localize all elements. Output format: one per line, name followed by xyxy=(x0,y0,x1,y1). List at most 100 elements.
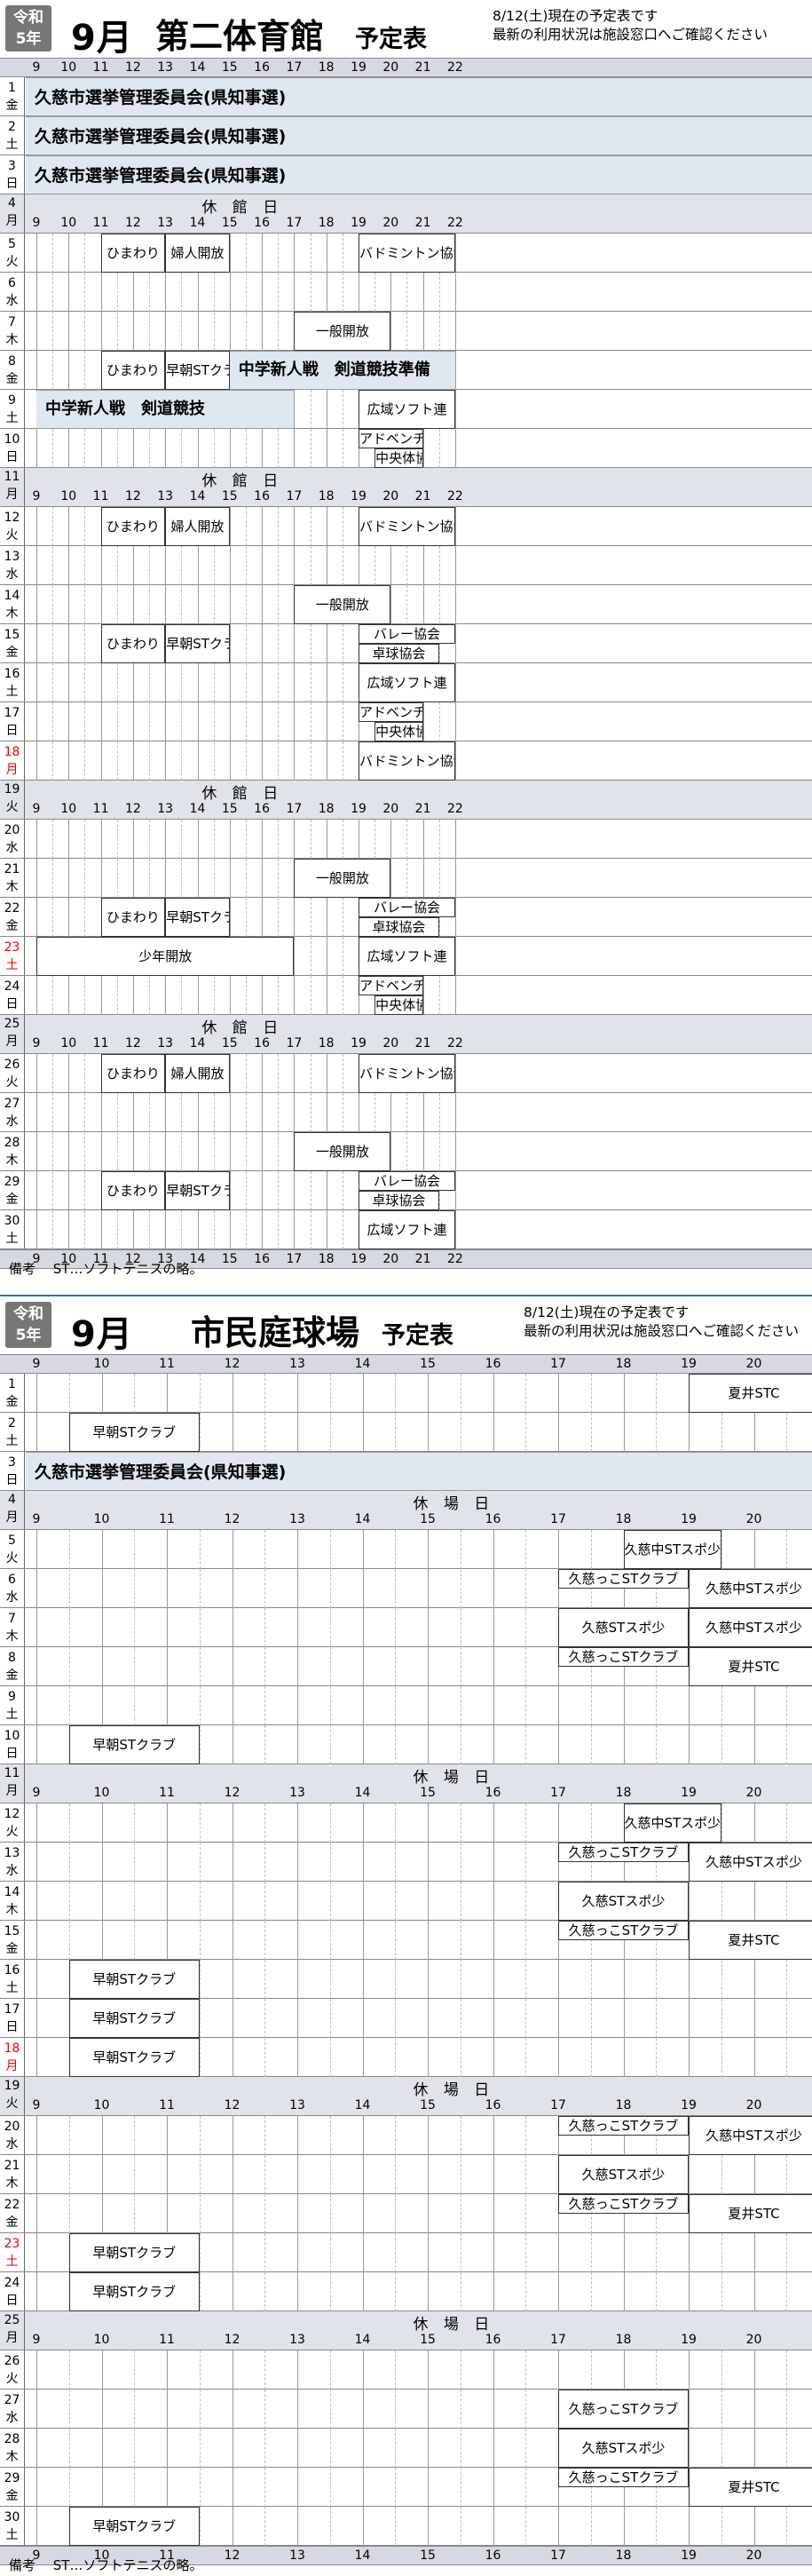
hour-label: 9 xyxy=(32,1786,41,1800)
day-row: 20 水 xyxy=(0,820,812,859)
day-label: 17 日 xyxy=(0,702,25,741)
grid-line xyxy=(454,1093,456,1132)
day-number: 5 xyxy=(8,237,16,251)
hour-label: 13 xyxy=(289,1786,305,1800)
day-label: 27 水 xyxy=(0,1093,25,1131)
event-block: 中央体協 xyxy=(374,448,423,468)
hour-label: 18 xyxy=(318,1036,335,1050)
grid-line xyxy=(167,2390,168,2429)
grid-line xyxy=(245,820,247,859)
grid-line xyxy=(229,859,231,898)
grid-line xyxy=(278,702,280,741)
election-band: 久慈市選挙管理委員会(県知事選) xyxy=(26,77,812,116)
grid-line xyxy=(84,507,86,546)
grid-line xyxy=(721,1999,722,2038)
grid-line xyxy=(197,1093,199,1132)
grid-line xyxy=(68,273,70,312)
grid-line xyxy=(721,2390,722,2429)
grid-line xyxy=(116,273,118,312)
grid-line xyxy=(395,1999,397,2038)
grid-line xyxy=(329,1843,331,1882)
grid-line xyxy=(264,2390,266,2429)
grid-line xyxy=(493,1530,494,1569)
court-header: 令和 5年 9月 市民庭球場 予定表 8/12(土)現在の予定表です 最新の利用状況… xyxy=(0,1296,812,1355)
hour-label: 19 xyxy=(351,802,367,816)
day-number: 17 xyxy=(4,706,20,720)
election-band: 久慈市選挙管理委員会(県知事選) xyxy=(26,1452,812,1491)
hour-label: 20 xyxy=(745,2548,762,2563)
hour-label: 15 xyxy=(221,1252,238,1266)
day-label: 21 木 xyxy=(0,2155,25,2193)
grid-line xyxy=(590,1374,592,1413)
grid-line xyxy=(428,1999,429,2038)
day-number: 14 xyxy=(4,1885,20,1899)
grid-line xyxy=(52,1210,54,1249)
hour-label: 18 xyxy=(615,1786,632,1800)
grid-line xyxy=(262,585,264,624)
grid-line xyxy=(199,1608,201,1647)
grid-line xyxy=(100,1132,102,1171)
hour-label: 10 xyxy=(60,489,77,503)
day-label: 8金 xyxy=(0,351,25,389)
grid-line xyxy=(590,1803,592,1843)
grid-line xyxy=(395,1374,397,1413)
weekday: 金 xyxy=(5,2215,19,2230)
grid-line xyxy=(199,2507,201,2546)
grid-line xyxy=(374,820,376,859)
grid-line xyxy=(558,1374,559,1413)
hour-label: 9 xyxy=(32,802,41,816)
grid-line xyxy=(590,2038,592,2077)
grid-line xyxy=(132,976,134,1015)
grid-line xyxy=(213,820,215,859)
grid-line xyxy=(36,702,37,741)
grid-line xyxy=(689,1413,690,1452)
hour-label: 16 xyxy=(485,1786,501,1800)
hour-label: 20 xyxy=(382,60,399,75)
hour-label: 12 xyxy=(224,2333,240,2347)
grid-line xyxy=(278,1054,280,1093)
grid-line xyxy=(721,1530,722,1569)
day-label: 24 日 xyxy=(0,976,25,1014)
hour-label: 20 xyxy=(382,1036,399,1050)
grid-line xyxy=(213,429,215,468)
grid-line xyxy=(101,2468,103,2507)
grid-line xyxy=(262,429,264,468)
grid-line xyxy=(786,1725,788,1764)
grid-line xyxy=(493,2272,494,2311)
grid-line xyxy=(36,1210,37,1249)
grid-line xyxy=(101,2429,103,2468)
grid-line xyxy=(297,2429,298,2468)
weekday: 土 xyxy=(5,411,19,425)
grid-line xyxy=(245,1132,247,1171)
grid-line xyxy=(493,2116,494,2155)
event-block: ひまわり xyxy=(100,234,166,273)
grid-line xyxy=(199,1686,201,1725)
day-number: 11 xyxy=(4,1766,20,1780)
event-block: バドミントン協会 xyxy=(359,507,455,546)
grid-line xyxy=(262,1054,264,1093)
grid-line xyxy=(689,1999,690,2038)
grid-line xyxy=(229,273,231,312)
grid-line xyxy=(167,2155,168,2194)
weekday: 日 xyxy=(5,2020,19,2034)
grid-line xyxy=(262,234,264,273)
hour-label: 12 xyxy=(124,802,141,816)
day-label: 26 火 xyxy=(0,2350,25,2389)
grid-line xyxy=(245,429,247,468)
grid-line xyxy=(329,1530,331,1569)
hour-label: 11 xyxy=(159,1512,175,1526)
grid-line xyxy=(213,663,215,702)
grid-line xyxy=(229,820,231,859)
grid-line xyxy=(149,663,151,702)
weekday: 日 xyxy=(5,177,19,191)
grid-line xyxy=(525,2468,527,2507)
day-row: 27 水 xyxy=(0,1093,812,1132)
grid-line xyxy=(786,2429,788,2468)
grid-line xyxy=(656,1999,658,2038)
grid-line xyxy=(362,2155,364,2194)
grid-line xyxy=(753,2350,755,2390)
hour-label: 12 xyxy=(224,2548,240,2563)
event-block: 一般開放 xyxy=(294,585,391,624)
hour-label: 11 xyxy=(159,2098,175,2112)
grid-line xyxy=(68,1803,70,1843)
